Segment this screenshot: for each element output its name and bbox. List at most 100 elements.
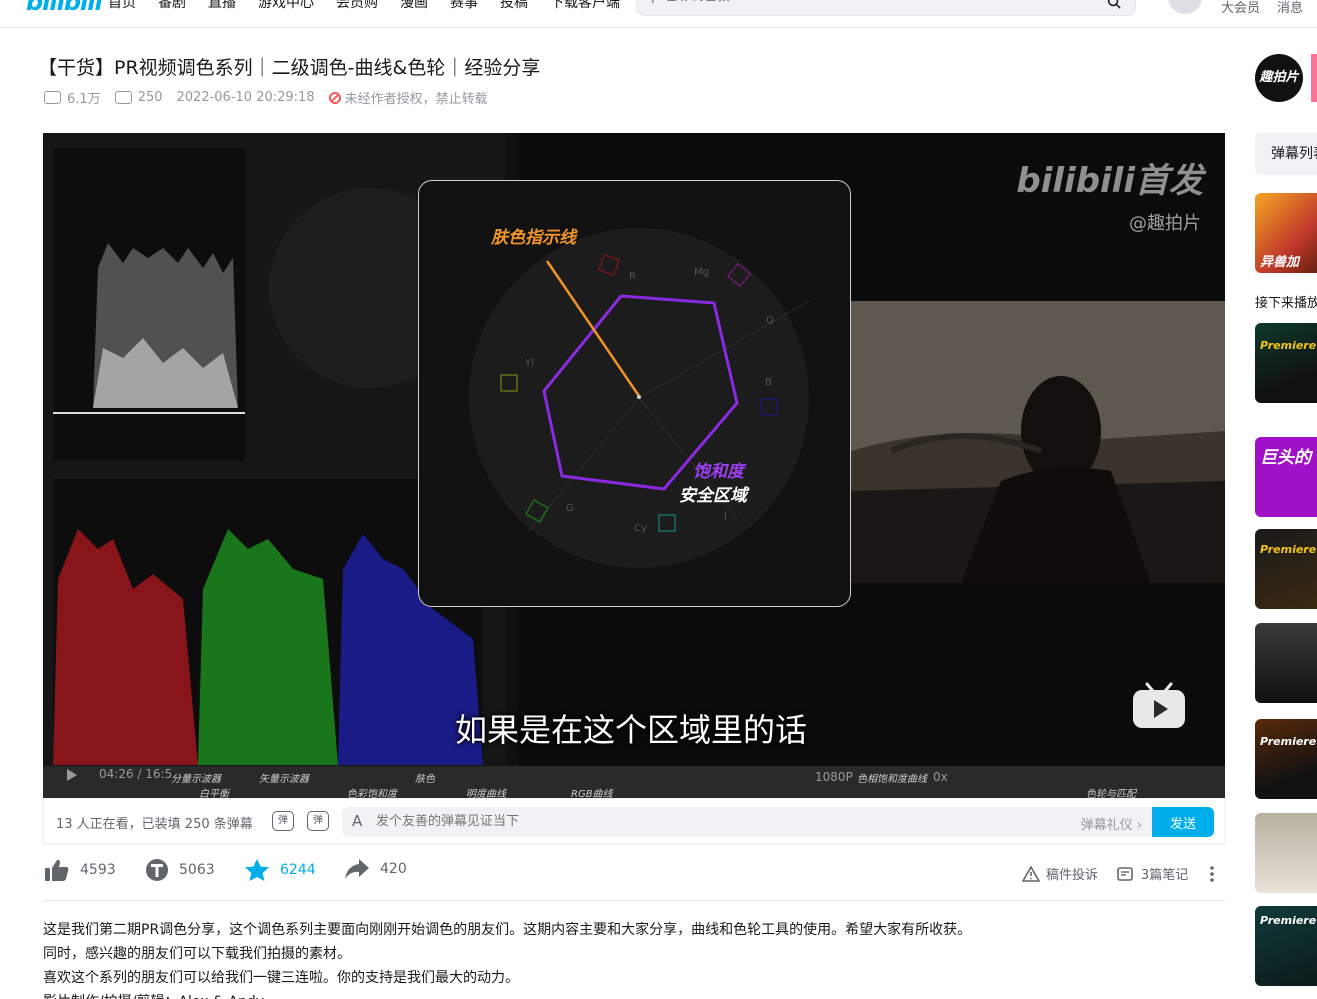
skin-line-label: 肤色指示线 xyxy=(490,228,578,248)
search-icon[interactable] xyxy=(1107,0,1121,9)
send-danmaku-button[interactable]: 发送 xyxy=(1152,807,1214,837)
tab-vector-scope: 矢量示波器 xyxy=(259,774,309,785)
tab-rgb-curve: RGB曲线 xyxy=(571,789,613,798)
report-button[interactable]: 稿件投诉 xyxy=(1022,864,1098,883)
related-video-thumb[interactable]: Premiere 风格化调 xyxy=(1255,323,1317,403)
favorite-count: 6244 xyxy=(280,862,316,878)
related-video-thumb[interactable]: Premiere 一级调色 xyxy=(1255,529,1317,609)
coin-icon xyxy=(146,859,168,881)
nav-item-esports[interactable]: 赛事 xyxy=(450,0,478,12)
like-count: 4593 xyxy=(80,862,116,878)
nav-item-manga[interactable]: 漫画 xyxy=(400,0,428,12)
tab-skin-tone: 肤色 xyxy=(415,774,435,785)
nav-item-download[interactable]: 下载客户端 xyxy=(550,0,620,12)
saturation-label: 饱和度 xyxy=(693,462,747,482)
top-nav: 首页 番剧 直播 游戏中心 会员购 漫画 赛事 投稿 下载客户端 xyxy=(108,0,620,12)
copyright-notice: 未经作者授权，禁止转载 xyxy=(328,88,488,107)
thumb-title: Premiere 一级调色 xyxy=(1260,543,1317,556)
share-button[interactable]: 420 xyxy=(344,858,407,880)
message-link[interactable]: 消息 xyxy=(1277,0,1303,16)
video-meta: 6.1万 250 2022-06-10 20:29:18 未经作者授权，禁止转载 xyxy=(44,88,488,107)
thumb-title: Premiere 风格 xyxy=(1260,914,1317,927)
uploader-accent xyxy=(1311,54,1317,102)
danmaku-stat: 250 xyxy=(114,90,163,105)
time-display: 04:26 / 16:5 xyxy=(99,767,173,781)
related-video-thumb[interactable]: Premiere 调色系列-HS xyxy=(1255,719,1317,799)
scope-label-i: I xyxy=(724,511,727,522)
star-icon xyxy=(245,859,269,881)
nav-item-games[interactable]: 游戏中心 xyxy=(258,0,314,12)
nav-item-live[interactable]: 直播 xyxy=(208,0,236,12)
speed-hint[interactable]: 0x xyxy=(933,770,948,784)
share-icon xyxy=(345,859,369,879)
user-avatar[interactable] xyxy=(1168,0,1202,14)
tab-saturation: 色彩饱和度 xyxy=(347,789,397,798)
notes-button[interactable]: 3篇笔记 xyxy=(1117,864,1188,883)
scope-label-mg: Mg xyxy=(694,267,709,278)
top-header: bilibili 首页 番剧 直播 游戏中心 会员购 漫画 赛事 投稿 下载客户… xyxy=(0,0,1317,28)
description-line: 同时，感兴趣的朋友们可以下载我们拍摄的素材。 xyxy=(43,946,351,962)
related-video-thumb[interactable]: 异兽加 xyxy=(1255,193,1317,273)
description-line: 影片制作/拍摄/剪辑：Alex & Andy xyxy=(43,990,971,999)
tab-white-balance: 白平衡 xyxy=(199,789,229,798)
bilibili-logo[interactable]: bilibili xyxy=(26,0,103,16)
description-line: 这是我们第二期PR调色分享，这个调色系列主要面向刚刚开始调色的朋友们。这期内容主… xyxy=(43,922,972,938)
scope-label-b: B xyxy=(765,377,772,388)
vip-link[interactable]: 大会员 xyxy=(1221,0,1260,16)
luma-waveform xyxy=(53,148,245,461)
video-description: 这是我们第二期PR调色分享，这个调色系列主要面向刚刚开始调色的朋友们。这期内容主… xyxy=(43,918,971,999)
no-repost-icon xyxy=(328,91,341,104)
autoplay-label: 接下来播放 xyxy=(1255,296,1317,311)
copyright-text: 未经作者授权，禁止转载 xyxy=(344,92,488,107)
related-video-thumb[interactable] xyxy=(1255,813,1317,893)
film-still xyxy=(851,301,1225,583)
resolution-hint[interactable]: 1080P xyxy=(815,770,853,784)
related-video-thumb[interactable] xyxy=(1255,623,1317,703)
more-options-icon[interactable] xyxy=(1208,865,1216,883)
vectorscope-overlay: R Mg Q B Cy G Yl I 肤色指示线 饱和度 安全区域 xyxy=(418,180,851,607)
coin-button[interactable]: 5063 xyxy=(145,858,215,882)
warning-icon xyxy=(1022,865,1040,882)
premiere-panel-tabs: 04:26 / 16:5 分量示波器 矢量示波器 肤色 白平衡 色彩饱和度 明度… xyxy=(43,766,1225,798)
nav-item-upload[interactable]: 投稿 xyxy=(500,0,528,12)
danmaku-input[interactable] xyxy=(376,814,936,829)
search-box xyxy=(636,0,1136,16)
thumb-title: Premiere 调色系列-HS xyxy=(1260,735,1317,748)
scope-label-yl: Yl xyxy=(524,358,534,369)
like-button[interactable]: 4593 xyxy=(44,858,116,882)
scope-label-q: Q xyxy=(766,315,774,326)
bilibili-tv-icon[interactable] xyxy=(1131,680,1187,730)
related-video-thumb[interactable]: 巨头的 xyxy=(1255,437,1317,517)
text-style-icon[interactable]: A xyxy=(352,812,362,830)
tab-component-scope: 分量示波器 xyxy=(171,774,221,785)
related-video-thumb[interactable]: Premiere 风格 xyxy=(1255,906,1317,986)
publish-date: 2022-06-10 20:29:18 xyxy=(176,90,315,105)
danmaku-toggle-icon[interactable]: 弹 xyxy=(272,811,294,831)
danmaku-count-icon xyxy=(114,91,132,104)
uploader-avatar[interactable]: 趣拍片 xyxy=(1255,54,1303,102)
danmaku-list-button[interactable]: 弹幕列表 xyxy=(1255,133,1317,175)
notes-label: 3篇笔记 xyxy=(1141,868,1189,883)
scope-label-r: R xyxy=(629,271,636,282)
nav-item-mall[interactable]: 会员购 xyxy=(336,0,378,12)
play-count-icon xyxy=(44,91,61,104)
viewer-count: 13 人正在看，已装填 250 条弹幕 xyxy=(56,817,253,832)
thumb-title: 巨头的 xyxy=(1260,448,1311,468)
report-label: 稿件投诉 xyxy=(1046,868,1099,883)
danmaku-count: 250 xyxy=(137,90,163,105)
tab-luma-curve: 明度曲线 xyxy=(466,789,506,798)
search-input[interactable] xyxy=(651,0,1081,4)
bilibili-watermark: bilibili首发 xyxy=(1016,161,1203,201)
danmaku-etiquette-link[interactable]: 弹幕礼仪 › xyxy=(1081,814,1142,833)
play-icon[interactable] xyxy=(65,768,79,782)
views-stat: 6.1万 xyxy=(44,88,101,107)
nav-item-home[interactable]: 首页 xyxy=(108,0,136,12)
video-title: 【干货】PR视频调色系列｜二级调色-曲线&色轮｜经验分享 xyxy=(38,57,541,79)
danmaku-settings-icon[interactable]: 弹 xyxy=(307,811,329,831)
nav-item-anime[interactable]: 番剧 xyxy=(158,0,186,12)
thumb-title: Premiere 风格化调 xyxy=(1260,339,1317,352)
video-player[interactable]: bilibili首发 @趣拍片 R Mg Q B Cy G Yl I 肤色指示线… xyxy=(43,133,1225,798)
scope-label-g: G xyxy=(566,503,574,514)
favorite-button[interactable]: 6244 xyxy=(244,858,316,882)
scope-label-cy: Cy xyxy=(634,523,647,534)
